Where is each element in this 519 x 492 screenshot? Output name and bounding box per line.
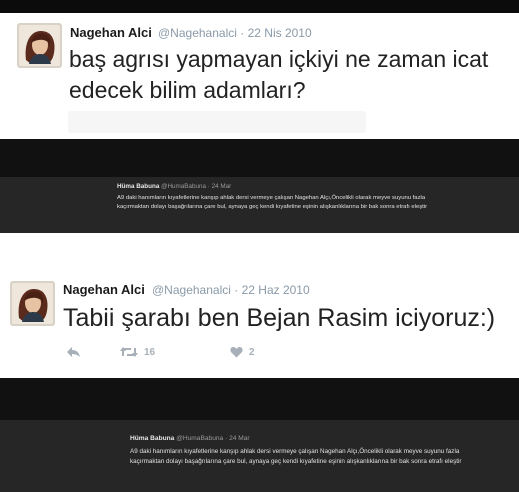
- dark-band: [0, 139, 519, 177]
- avatar[interactable]: [17, 23, 62, 68]
- reply-time[interactable]: 24 Mar: [229, 435, 250, 442]
- reply-header: Hüma Babuna @HumaBabuna · 24 Mar: [117, 183, 231, 190]
- meta-separator: ·: [240, 26, 248, 40]
- tweet-text: Tabii şarabı ben Bejan Rasim iciyoruz:): [63, 304, 496, 332]
- retweet-icon: [120, 346, 138, 358]
- reply-icon: [66, 346, 81, 358]
- reply-author-name[interactable]: Hüma Babuna: [117, 183, 159, 190]
- heart-icon: [230, 346, 243, 358]
- like-button[interactable]: 2: [230, 346, 255, 358]
- faded-area: [68, 111, 366, 133]
- like-count: 2: [249, 346, 255, 358]
- author-handle[interactable]: @Nagehanalci: [158, 26, 237, 40]
- tweet-actions: 16 2: [64, 346, 324, 364]
- reply-time[interactable]: 24 Mar: [212, 183, 232, 190]
- reply-button[interactable]: [66, 346, 81, 358]
- tweet-text: baş agrısı yapmayan içkiyi ne zaman icat…: [69, 46, 489, 103]
- author-name[interactable]: Nagehan Alci: [70, 25, 152, 40]
- author-handle[interactable]: @Nagehanalci: [152, 283, 231, 297]
- reply-author-handle[interactable]: @HumaBabuna: [176, 435, 223, 442]
- reply-header: Hüma Babuna @HumaBabuna · 24 Mar: [130, 435, 250, 442]
- retweet-button[interactable]: 16: [120, 346, 155, 358]
- tweet-screenshot-1: Nagehan Alci @Nagehanalci · 22 Nis 2010 …: [0, 0, 519, 233]
- tweet-date[interactable]: 22 Nis 2010: [248, 26, 312, 40]
- dark-band: [0, 378, 519, 420]
- tweet-meta: @Nagehanalci · 22 Nis 2010: [158, 26, 312, 40]
- retweet-count: 16: [144, 346, 156, 358]
- tweet-date[interactable]: 22 Haz 2010: [242, 283, 310, 297]
- reply-author-handle[interactable]: @HumaBabuna: [161, 183, 206, 190]
- reply-text: A9 daki hanımların kıyafetlerine kanşıp …: [117, 195, 428, 210]
- meta-separator: ·: [234, 283, 242, 297]
- tweet-meta: @Nagehanalci · 22 Haz 2010: [152, 283, 310, 297]
- reply-tweet: Hüma Babuna @HumaBabuna · 24 Mar A9 daki…: [0, 177, 519, 233]
- reply-author-name[interactable]: Hüma Babuna: [130, 435, 174, 442]
- tweet-screenshot-2: Nagehan Alci @Nagehanalci · 22 Haz 2010 …: [0, 264, 519, 492]
- reply-text: A9 daki hanımların kıyafetlerine kanşıp …: [130, 448, 462, 465]
- author-name[interactable]: Nagehan Alci: [63, 282, 145, 297]
- top-dark-bar: [0, 0, 519, 13]
- reply-tweet: Hüma Babuna @HumaBabuna · 24 Mar A9 daki…: [0, 420, 519, 492]
- avatar[interactable]: [10, 281, 55, 326]
